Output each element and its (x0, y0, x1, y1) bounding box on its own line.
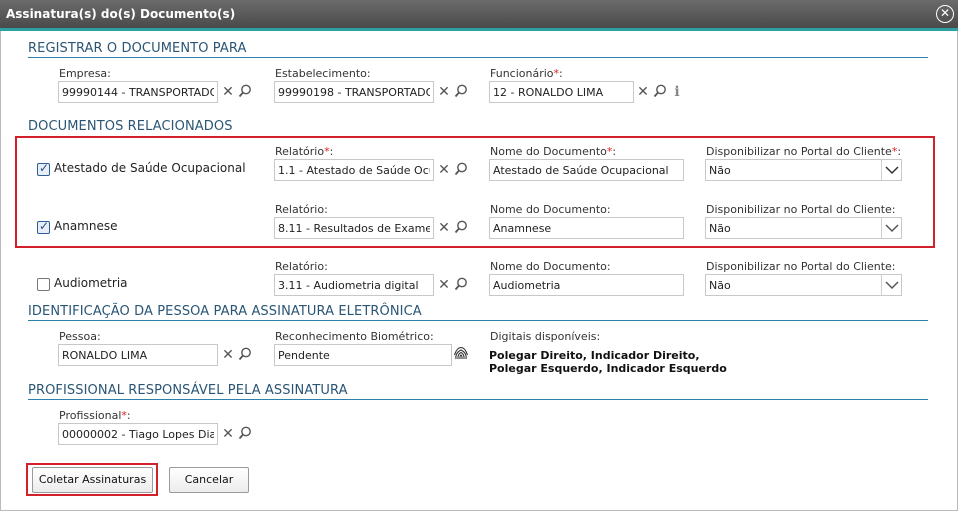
clear-relatorio-atestado-icon[interactable]: ✕ (436, 161, 452, 179)
pessoa-input[interactable]: RONALDO LIMA (58, 344, 218, 366)
profissional-label: Profissional*: (59, 409, 131, 422)
section-divider (28, 57, 928, 58)
funcionario-input[interactable]: 12 - RONALDO LIMA (489, 81, 634, 103)
empresa-label: Empresa: (59, 67, 111, 80)
portal-select-audiometria[interactable]: Não (705, 274, 902, 296)
chevron-down-icon (881, 275, 901, 295)
relatorio-label: Relatório: (275, 260, 328, 273)
estabelecimento-input[interactable]: 99990198 - TRANSPORTADORA (274, 81, 434, 103)
estabelecimento-label: Estabelecimento: (275, 67, 371, 80)
biometrico-input[interactable]: Pendente (274, 344, 452, 366)
doc-name-audiometria: Audiometria (54, 276, 128, 290)
doc-name-anamnese: Anamnese (54, 219, 118, 233)
clear-profissional-icon[interactable]: ✕ (220, 425, 236, 443)
search-pessoa-icon[interactable] (237, 346, 253, 364)
empresa-input[interactable]: 99990144 - TRANSPORTADORA (58, 81, 218, 103)
nome-documento-input-atestado[interactable]: Atestado de Saúde Ocupacional (489, 159, 684, 181)
cancel-button[interactable]: Cancelar (169, 467, 249, 493)
portal-select-anamnese[interactable]: Não (705, 217, 902, 239)
funcionario-label: Funcionário*: (490, 67, 563, 80)
biometrico-label: Reconhecimento Biométrico: (275, 330, 434, 343)
section-title-documentos: DOCUMENTOS RELACIONADOS (28, 119, 233, 134)
relatorio-input-audiometria[interactable]: 3.11 - Audiometria digital (274, 274, 434, 296)
chevron-down-icon (881, 160, 901, 180)
relatorio-input-atestado[interactable]: 1.1 - Atestado de Saúde Ocupacional (274, 159, 434, 181)
portal-label: Disponibilizar no Portal do Cliente: (706, 203, 896, 216)
chevron-down-icon (881, 218, 901, 238)
section-divider (28, 320, 928, 321)
search-relatorio-anamnese-icon[interactable] (453, 219, 469, 237)
clear-empresa-icon[interactable]: ✕ (220, 83, 236, 101)
digitais-label: Digitais disponíveis: (490, 330, 601, 343)
relatorio-label: Relatório: (275, 203, 328, 216)
clear-relatorio-anamnese-icon[interactable]: ✕ (436, 219, 452, 237)
portal-label: Disponibilizar no Portal do Cliente*: (706, 145, 902, 158)
profissional-input[interactable]: 00000002 - Tiago Lopes Dias (58, 423, 218, 445)
section-title-profissional: PROFISSIONAL RESPONSÁVEL PELA ASSINATURA (28, 383, 348, 398)
search-profissional-icon[interactable] (237, 425, 253, 443)
nome-documento-label: Nome do Documento: (490, 260, 611, 273)
clear-pessoa-icon[interactable]: ✕ (220, 346, 236, 364)
nome-documento-input-audiometria[interactable]: Audiometria (489, 274, 684, 296)
clear-estabelecimento-icon[interactable]: ✕ (436, 83, 452, 101)
search-empresa-icon[interactable] (237, 83, 253, 101)
coletar-assinaturas-button[interactable]: Coletar Assinaturas (32, 467, 153, 493)
search-funcionario-icon[interactable] (652, 83, 668, 101)
relatorio-input-anamnese[interactable]: 8.11 - Resultados de Exames (274, 217, 434, 239)
dialog-titlebar: Assinatura(s) do(s) Documento(s) (0, 0, 958, 28)
search-estabelecimento-icon[interactable] (453, 83, 469, 101)
dialog-title: Assinatura(s) do(s) Documento(s) (6, 7, 236, 21)
doc-name-atestado: Atestado de Saúde Ocupacional (54, 161, 246, 175)
info-icon[interactable]: i (669, 83, 685, 101)
section-title-registrar: REGISTRAR O DOCUMENTO PARA (28, 41, 247, 56)
portal-select-atestado[interactable]: Não (705, 159, 902, 181)
checkbox-audiometria[interactable] (37, 278, 50, 291)
close-icon[interactable]: ✕ (936, 5, 954, 23)
section-divider (28, 399, 928, 400)
signature-dialog: Assinatura(s) do(s) Documento(s) ✕ REGIS… (0, 0, 958, 511)
pessoa-label: Pessoa: (59, 330, 101, 343)
digitais-value: Polegar Direito, Indicador Direito, Pole… (489, 349, 727, 375)
clear-funcionario-icon[interactable]: ✕ (635, 83, 651, 101)
search-relatorio-atestado-icon[interactable] (453, 161, 469, 179)
relatorio-label: Relatório*: (275, 145, 334, 158)
clear-relatorio-audiometria-icon[interactable]: ✕ (436, 276, 452, 294)
fingerprint-icon[interactable] (452, 344, 470, 364)
nome-documento-label: Nome do Documento*: (490, 145, 617, 158)
checkbox-atestado[interactable] (37, 161, 50, 176)
section-title-identificacao: IDENTIFICAÇÃO DA PESSOA PARA ASSINATURA … (28, 304, 422, 319)
search-relatorio-audiometria-icon[interactable] (453, 276, 469, 294)
checkbox-anamnese[interactable] (37, 219, 50, 234)
portal-label: Disponibilizar no Portal do Cliente: (706, 260, 896, 273)
nome-documento-input-anamnese[interactable]: Anamnese (489, 217, 684, 239)
nome-documento-label: Nome do Documento: (490, 203, 611, 216)
